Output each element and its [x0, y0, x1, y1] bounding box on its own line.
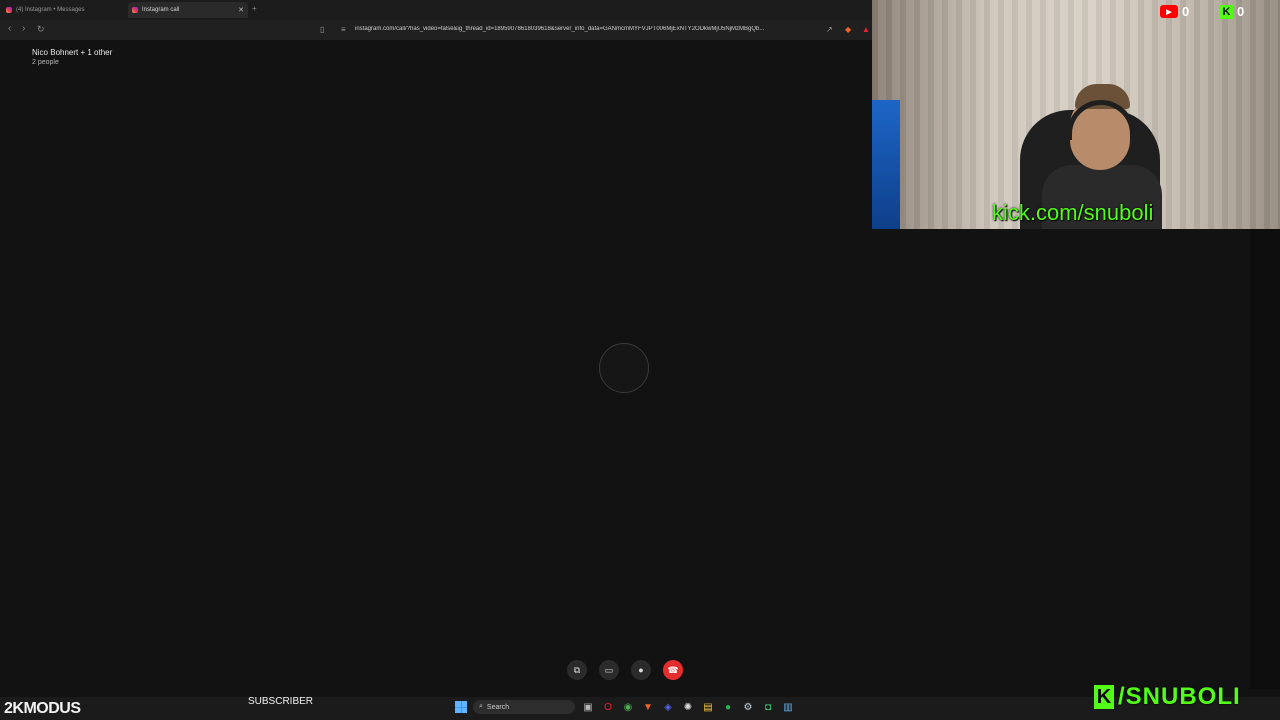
- tab-label: Instagram call: [142, 7, 180, 13]
- scroll-edge: [1250, 229, 1280, 689]
- url-text[interactable]: instagram.com/call/?has_video=false&ig_t…: [355, 26, 820, 32]
- call-participants: 2 people: [32, 59, 59, 66]
- kick-counter: K 0: [1220, 4, 1244, 19]
- opera-icon[interactable]: O: [601, 700, 615, 714]
- search-placeholder: Search: [486, 703, 510, 711]
- youtube-icon: ▶: [1160, 5, 1178, 18]
- instagram-icon: [132, 7, 138, 13]
- microphone-icon: ●: [638, 665, 644, 675]
- taskbar-apps: ⌕ Search ▣ O ◉ ▼ ◈ ✺ ▤ ● ⚙ ◘ ▥: [455, 700, 795, 714]
- call-title: Nico Bohnert + 1 other: [32, 48, 113, 57]
- kick-icon: K: [1220, 4, 1233, 19]
- taskbar-search-input[interactable]: ⌕ Search: [473, 700, 575, 714]
- browser-tab-bar: (4) Instagram • Messages Instagram call …: [0, 0, 872, 20]
- search-icon: ⌕: [479, 703, 483, 710]
- back-icon[interactable]: ‹: [8, 23, 11, 34]
- site-info-icon[interactable]: ≡: [341, 25, 346, 34]
- notepad-icon[interactable]: ▥: [781, 700, 795, 714]
- youtube-counter: ▶ 0: [1160, 4, 1189, 19]
- discord-icon[interactable]: ◈: [661, 700, 675, 714]
- end-call-icon: ☎: [667, 664, 679, 675]
- video-off-icon: ▭: [604, 664, 614, 675]
- subscriber-label: SUBSCRIBER: [248, 696, 314, 707]
- kick-brand-overlay: K /SNUBOLI: [1094, 683, 1241, 711]
- kick-logo-icon: K: [1094, 685, 1114, 709]
- kick-count: 0: [1237, 4, 1245, 19]
- kick-brand-text: /SNUBOLI: [1118, 683, 1241, 710]
- brave-icon[interactable]: ▼: [641, 700, 655, 714]
- instagram-icon: [6, 7, 12, 13]
- webcam-overlay: kick.com/snuboli ▶ 0 K 0: [872, 0, 1280, 229]
- file-explorer-icon[interactable]: ▤: [701, 700, 715, 714]
- call-header: Nico Bohnert + 1 other 2 people: [32, 48, 112, 66]
- screen-share-icon: ⧉: [573, 664, 581, 675]
- loading-avatar: [599, 343, 649, 393]
- rewards-icon[interactable]: ▲: [862, 25, 870, 34]
- brave-shield-icon[interactable]: ◆: [845, 25, 851, 34]
- task-view-icon[interactable]: ▣: [581, 700, 595, 714]
- microphone-button[interactable]: ●: [631, 660, 651, 680]
- new-tab-button[interactable]: +: [252, 4, 257, 13]
- share-icon[interactable]: ↗: [826, 25, 833, 34]
- monitor-screen: [872, 100, 900, 229]
- video-toggle-button[interactable]: ▭: [599, 660, 619, 680]
- streamer-brand-left: 2KMODUS: [4, 700, 81, 717]
- call-controls: ⧉ ▭ ● ☎: [567, 660, 683, 680]
- chrome-icon[interactable]: ◉: [621, 700, 635, 714]
- tab-instagram-call[interactable]: Instagram call ✕: [128, 2, 248, 18]
- tab-label: (4) Instagram • Messages: [16, 7, 85, 13]
- close-icon[interactable]: ✕: [238, 6, 244, 14]
- chatgpt-icon[interactable]: ✺: [681, 700, 695, 714]
- tab-instagram-messages[interactable]: (4) Instagram • Messages: [6, 2, 124, 18]
- end-call-button[interactable]: ☎: [663, 660, 683, 680]
- address-bar: ‹ › ↻ ▯ ≡ ↗ ◆ ▲ instagram.com/call/?has_…: [0, 20, 872, 40]
- reload-icon[interactable]: ↻: [37, 24, 45, 35]
- spotify-icon[interactable]: ●: [721, 700, 735, 714]
- screen-share-button[interactable]: ⧉: [567, 660, 587, 680]
- steam-icon[interactable]: ⚙: [741, 700, 755, 714]
- kick-url-overlay: kick.com/snuboli: [992, 200, 1154, 225]
- green-app-icon[interactable]: ◘: [761, 700, 775, 714]
- windows-start-icon[interactable]: [455, 701, 467, 713]
- forward-icon[interactable]: ›: [22, 23, 25, 34]
- bookmark-icon[interactable]: ▯: [320, 25, 324, 34]
- youtube-count: 0: [1182, 4, 1190, 19]
